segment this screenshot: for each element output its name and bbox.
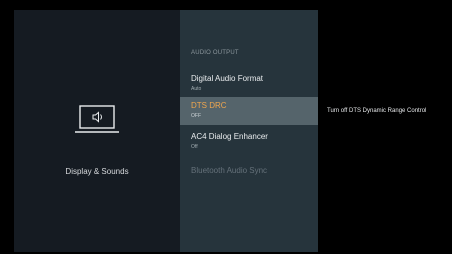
settings-screen: Display & Sounds AUDIO OUTPUT Digital Au… [0,0,452,254]
menu-item-title: Digital Audio Format [191,74,264,83]
menu-item-bluetooth-audio-sync[interactable]: Bluetooth Audio Sync [180,162,318,190]
section-header: AUDIO OUTPUT [191,50,239,56]
tv-speaker-icon [75,105,119,133]
menu-item-ac4-dialog-enhancer[interactable]: AC4 Dialog Enhancer Off [180,128,318,156]
menu-item-title: Bluetooth Audio Sync [191,166,268,175]
category-label: Display & Sounds [65,167,129,176]
setting-description: Turn off DTS Dynamic Range Control [327,108,427,114]
menu-item-digital-audio-format[interactable]: Digital Audio Format Auto [180,70,318,98]
menu-item-dts-drc[interactable]: DTS DRC OFF [180,97,318,125]
description-panel [318,10,438,252]
menu-item-title: DTS DRC [191,101,227,110]
menu-item-subtitle: Auto [191,86,202,92]
menu-item-subtitle: Off [191,144,198,150]
menu-item-subtitle: OFF [191,113,201,119]
menu-item-title: AC4 Dialog Enhancer [191,132,268,141]
